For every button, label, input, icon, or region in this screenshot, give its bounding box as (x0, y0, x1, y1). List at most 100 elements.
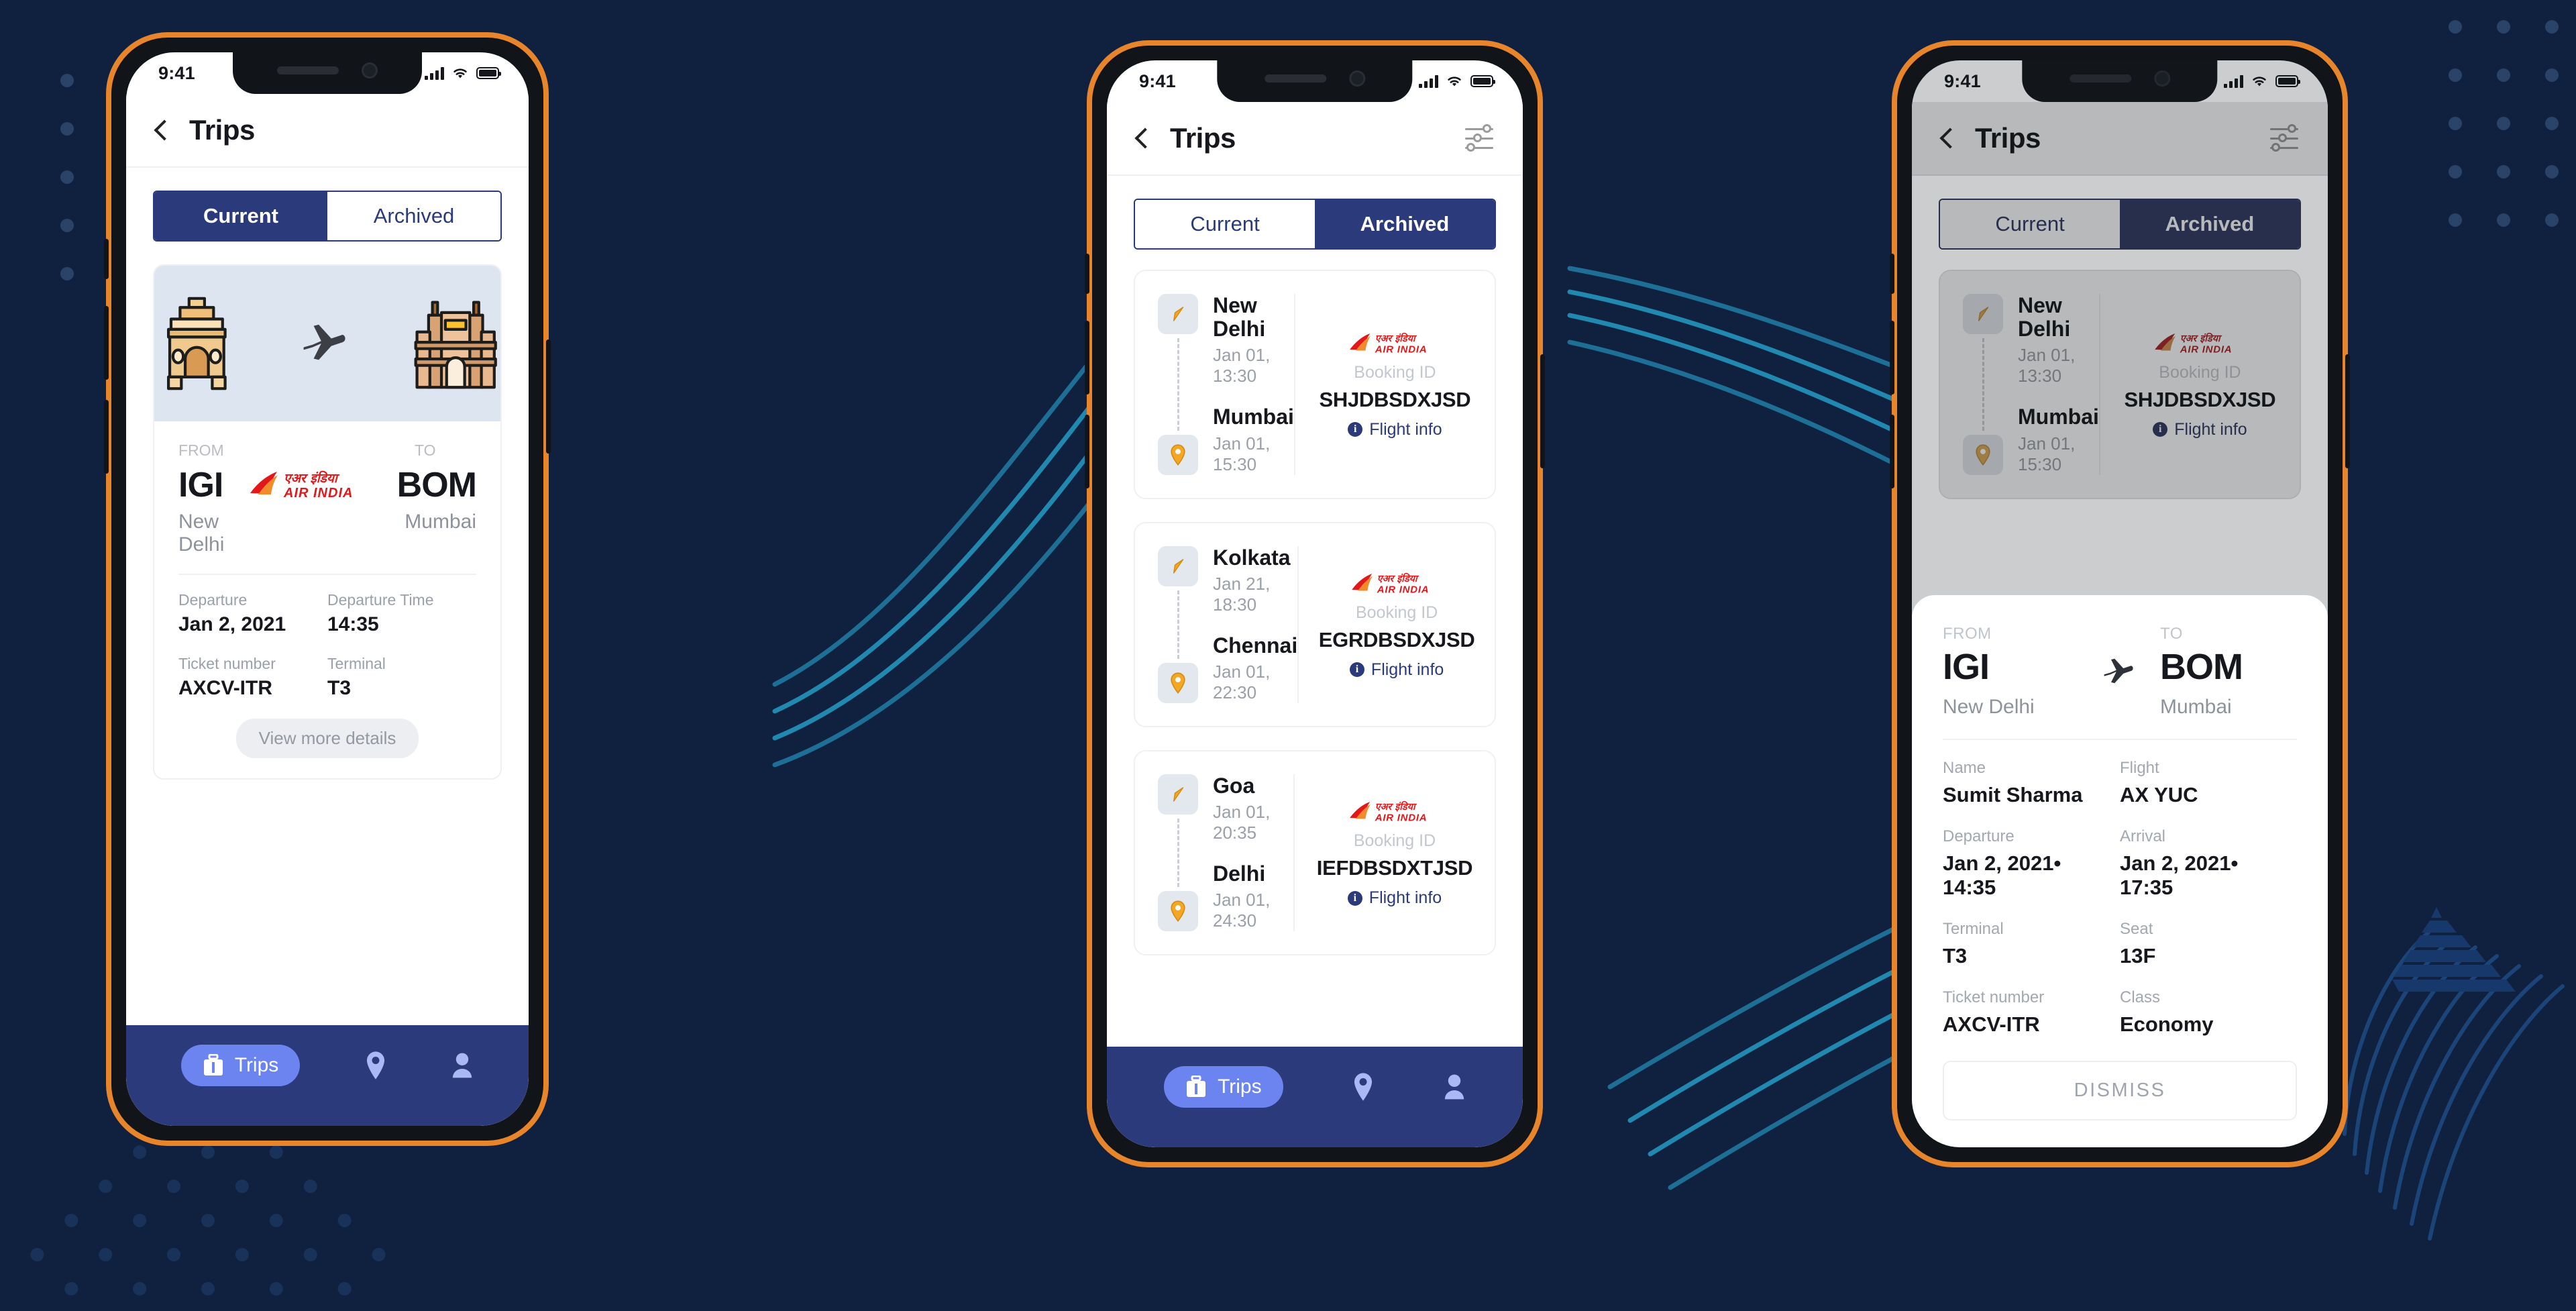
origin-city: Kolkata (1213, 545, 1291, 570)
route-stops: Kolkata Jan 21, 18:30 Chennai Jan 01, 22… (1213, 545, 1297, 703)
origin-marker (1158, 545, 1198, 586)
app-header: Trips (126, 94, 529, 166)
field-label: Terminal (327, 655, 386, 672)
origin-city: Goa (1213, 773, 1255, 798)
route-labels-row: FROM TO (178, 441, 476, 465)
flight-info-label: Flight info (1371, 660, 1444, 679)
phone-notch (233, 52, 422, 94)
battery-icon (1470, 75, 1495, 87)
airplane-icon (303, 324, 345, 360)
tab-archived[interactable]: Archived (1315, 200, 1495, 248)
phone-screen-3: 9:41 Trips Current Archived New Delhi Ja… (1912, 60, 2328, 1147)
to-code-col: BOM (397, 465, 477, 505)
flight-info-link[interactable]: i Flight info (1349, 660, 1444, 680)
detail-row-1: Departure Jan 2, 2021 Departure Time 14:… (178, 591, 476, 636)
nav-item-trips[interactable]: Trips (1164, 1066, 1283, 1108)
nav-item-profile[interactable] (451, 1052, 474, 1079)
person-icon (453, 1053, 472, 1078)
trips-tab-group: Current Archived (153, 191, 502, 242)
field-value: AXCV-ITR (1943, 1012, 2040, 1036)
tab-archived[interactable]: Archived (327, 192, 500, 240)
origin-city: New Delhi (1213, 293, 1266, 342)
chevron-left-icon[interactable] (154, 119, 175, 141)
header-divider (126, 166, 529, 168)
field-value: T3 (1943, 944, 1968, 967)
field-label: Terminal (1943, 920, 2004, 938)
flight-details-modal: FROM IGI New Delhi TO BOM Mumbai Name Su… (1912, 595, 2328, 1147)
destination-time: Jan 01, 15:30 (1213, 433, 1271, 474)
modal-divider (1943, 739, 2297, 740)
phone-volume-button (104, 400, 109, 474)
app-header: Trips (1107, 102, 1523, 174)
info-icon: i (1349, 662, 1364, 678)
svg-text:एअर इंडिया: एअर इंडिया (1377, 572, 1419, 584)
trip-booking-panel: एअर इंडिया AIR INDIA Booking ID IEFDBSDX… (1293, 774, 1495, 932)
flight-info-link[interactable]: i Flight info (1348, 420, 1442, 439)
origin-time: Jan 01, 13:30 (1213, 345, 1271, 386)
field-value: Jan 2, 2021• 17:35 (2120, 851, 2239, 899)
field-value: Jan 2, 2021 (178, 613, 286, 635)
nav-item-trips[interactable]: Trips (180, 1045, 301, 1086)
air-india-logo: एअर इंडिया AIR INDIA (1350, 800, 1427, 824)
trip-list-item[interactable]: Kolkata Jan 21, 18:30 Chennai Jan 01, 22… (1134, 521, 1496, 727)
nav-item-location[interactable] (364, 1051, 387, 1080)
origin-marker (1158, 774, 1198, 815)
destination-time: Jan 01, 24:30 (1213, 890, 1271, 931)
field-value: Jan 2, 2021• 14:35 (1943, 851, 2061, 899)
trip-list-item[interactable]: New Delhi Jan 01, 13:30 Mumbai Jan 01, 1… (1134, 270, 1496, 499)
destination-city: Delhi (1213, 861, 1266, 886)
from-city: New Delhi (1943, 696, 2035, 718)
to-label: TO (2160, 625, 2183, 643)
nav-item-profile[interactable] (1443, 1073, 1466, 1100)
origin-stop: Kolkata Jan 21, 18:30 (1213, 545, 1297, 615)
phone-side-button (1085, 254, 1089, 294)
origin-time: Jan 21, 18:30 (1213, 573, 1271, 615)
airplane-icon (2104, 658, 2133, 684)
phone-mockup-2: 9:41 Trips Current Archived New Delhi Ja… (1085, 40, 1545, 1167)
status-time: 9:41 (158, 62, 195, 83)
from-airport-code: IGI (178, 466, 223, 505)
field-label: Class (2120, 988, 2161, 1006)
trip-route: Kolkata Jan 21, 18:30 Chennai Jan 01, 22… (1135, 545, 1297, 703)
suitcase-icon (1187, 1076, 1206, 1097)
booking-id-label: Booking ID (1354, 362, 1436, 382)
suitcase-icon (203, 1054, 223, 1076)
earpiece-speaker (277, 66, 339, 74)
phone-power-button (1540, 354, 1545, 468)
svg-text:एअर इंडिया: एअर इंडिया (284, 470, 340, 486)
phone-screen-2: 9:41 Trips Current Archived New Delhi Ja… (1107, 60, 1523, 1147)
phone-volume-button (1890, 415, 1894, 488)
trip-route: New Delhi Jan 01, 13:30 Mumbai Jan 01, 1… (1135, 293, 1294, 475)
from-city-col: New Delhi (178, 505, 230, 556)
view-more-details-button[interactable]: View more details (235, 719, 419, 758)
trip-list-item[interactable]: Goa Jan 01, 20:35 Delhi Jan 01, 24:30 एअ… (1134, 749, 1496, 956)
field-label: Arrival (2120, 827, 2166, 845)
phone-volume-button (1890, 321, 1894, 395)
cellular-signal-icon (425, 66, 444, 80)
svg-text:AIR INDIA: AIR INDIA (1377, 584, 1430, 595)
field-value: 13F (2120, 944, 2156, 967)
field-departure: Departure Jan 2, 2021• 14:35 (1943, 827, 2120, 900)
current-trip-card[interactable]: FROM TO IGI एअर इंडिया AIR INDIA BOM New… (153, 264, 502, 780)
field-ticket-number: Ticket number AXCV-ITR (178, 655, 327, 700)
trip-card-body: FROM TO IGI एअर इंडिया AIR INDIA BOM New… (154, 421, 500, 758)
modal-route: FROM IGI New Delhi TO BOM Mumbai (1943, 625, 2297, 719)
filter-sliders-icon[interactable] (1464, 123, 1495, 154)
phone-volume-button (1085, 415, 1089, 488)
nav-item-location[interactable] (1352, 1072, 1375, 1102)
route-rail (1158, 294, 1198, 475)
to-airport-code: BOM (2160, 647, 2243, 687)
field-label: Departure (178, 591, 248, 609)
destination-stop: Chennai Jan 01, 22:30 (1213, 633, 1297, 703)
destination-marker (1158, 434, 1198, 475)
route-stops: Goa Jan 01, 20:35 Delhi Jan 01, 24:30 (1213, 774, 1293, 931)
chevron-left-icon[interactable] (1134, 127, 1156, 149)
to-label: TO (415, 441, 436, 459)
flight-info-link[interactable]: i Flight info (1347, 888, 1442, 908)
tab-current[interactable]: Current (1135, 200, 1315, 248)
to-city-col: Mumbai (405, 505, 476, 556)
dismiss-button[interactable]: DISMISS (1943, 1061, 2297, 1120)
card-divider (178, 574, 476, 575)
field-terminal: Terminal T3 (1943, 920, 2120, 968)
tab-current[interactable]: Current (154, 192, 327, 240)
